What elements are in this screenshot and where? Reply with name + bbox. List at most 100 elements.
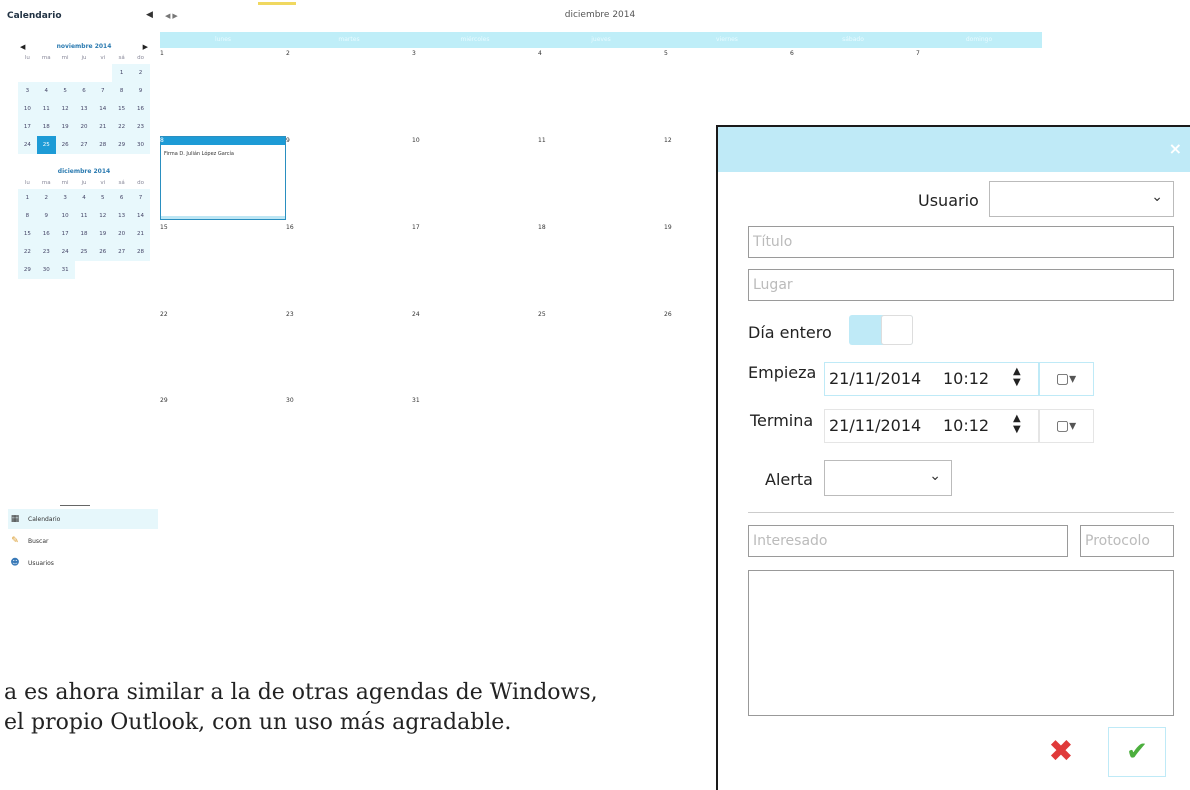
mini-calendar-day[interactable]: 5 xyxy=(55,82,75,100)
mini-calendar-day[interactable]: 1 xyxy=(18,189,37,207)
lugar-input[interactable]: Lugar xyxy=(748,269,1174,301)
prev-month-icon[interactable]: ◀ xyxy=(18,43,27,51)
mini-calendar-day[interactable]: 12 xyxy=(55,100,75,118)
mini-calendar-day[interactable]: 27 xyxy=(74,136,94,154)
mini-calendar-day[interactable]: 29 xyxy=(18,261,37,279)
mini-calendar-day[interactable]: 21 xyxy=(93,118,113,136)
nav-item-calendario[interactable]: ▦ Calendario xyxy=(8,509,158,529)
mini-calendar-day[interactable]: 6 xyxy=(112,189,132,207)
usuario-select[interactable]: ⌄ xyxy=(989,181,1174,217)
date-picker-icon[interactable]: ▢▾ xyxy=(1038,409,1094,443)
mini-calendar-day[interactable]: 31 xyxy=(55,261,75,279)
notes-textarea[interactable] xyxy=(748,570,1174,716)
mini-calendar-day[interactable]: 20 xyxy=(74,118,94,136)
mini-calendar-day[interactable]: 22 xyxy=(18,243,37,261)
mini-calendar-day[interactable]: 11 xyxy=(36,100,56,118)
mini-calendar-day[interactable]: 19 xyxy=(55,118,75,136)
nav-item-buscar[interactable]: ✎ Buscar xyxy=(8,531,158,551)
confirm-button[interactable]: ✔ xyxy=(1108,727,1166,777)
interesado-input[interactable]: Interesado xyxy=(748,525,1068,557)
collapse-sidebar-icon[interactable]: ◀ xyxy=(146,10,153,20)
termina-datetime[interactable]: 21/11/2014 10:12 ▲ ▼ ▢▾ xyxy=(824,409,1094,443)
mini-calendar-day[interactable]: 8 xyxy=(18,207,37,225)
empieza-date[interactable]: 21/11/2014 xyxy=(829,369,921,388)
mini-calendar-day[interactable]: 10 xyxy=(55,207,75,225)
mini-calendar-day[interactable]: 7 xyxy=(93,82,113,100)
mini-calendar-day[interactable]: 28 xyxy=(93,136,113,154)
calendar-day-number[interactable]: 17 xyxy=(412,224,420,231)
mini-calendar-day[interactable]: 24 xyxy=(18,136,37,154)
mini-calendar-day[interactable]: 14 xyxy=(93,100,113,118)
calendar-day-number[interactable]: 25 xyxy=(538,311,546,318)
mini-calendar-day[interactable]: 30 xyxy=(131,136,150,154)
mini-calendar-day[interactable]: 1 xyxy=(112,64,132,82)
mini-calendar-day[interactable]: 3 xyxy=(18,82,37,100)
calendar-day-number[interactable]: 12 xyxy=(664,137,672,144)
calendar-day-number[interactable]: 1 xyxy=(160,50,164,57)
termina-time[interactable]: 10:12 xyxy=(943,416,989,435)
titulo-input[interactable]: Título xyxy=(748,226,1174,258)
mini-calendar-day[interactable]: 15 xyxy=(112,100,132,118)
calendar-day-number[interactable]: 23 xyxy=(286,311,294,318)
calendar-day-number[interactable]: 7 xyxy=(916,50,920,57)
alerta-select[interactable]: ⌄ xyxy=(824,460,952,496)
calendar-day-number[interactable]: 8 xyxy=(160,137,164,144)
mini-calendar-day[interactable]: 2 xyxy=(131,64,150,82)
calendar-day-number[interactable]: 29 xyxy=(160,397,168,404)
calendar-day-number[interactable]: 15 xyxy=(160,224,168,231)
mini-calendar-day[interactable]: 13 xyxy=(74,100,94,118)
mini-calendar-day[interactable]: 14 xyxy=(131,207,150,225)
calendar-day-number[interactable]: 16 xyxy=(286,224,294,231)
calendar-event[interactable]: Firma D. Julián López García xyxy=(160,136,286,220)
mini-calendar-day[interactable]: 9 xyxy=(131,82,150,100)
mini-calendar-day[interactable]: 12 xyxy=(93,207,113,225)
mini-calendar-day[interactable]: 23 xyxy=(131,118,150,136)
mini-calendar-day[interactable]: 16 xyxy=(36,225,56,243)
calendar-day-number[interactable]: 5 xyxy=(664,50,668,57)
close-icon[interactable]: × xyxy=(1169,139,1182,158)
date-picker-icon[interactable]: ▢▾ xyxy=(1038,362,1094,396)
calendar-day-number[interactable]: 11 xyxy=(538,137,546,144)
mini-calendar-day[interactable]: 18 xyxy=(36,118,56,136)
mini-calendar-day[interactable]: 16 xyxy=(131,100,150,118)
next-month-icon[interactable]: ▶ xyxy=(141,43,150,51)
mini-calendar-day[interactable]: 4 xyxy=(36,82,56,100)
mini-calendar-day[interactable]: 8 xyxy=(112,82,132,100)
mini-calendar-day[interactable]: 22 xyxy=(112,118,132,136)
mini-calendar-day[interactable]: 2 xyxy=(36,189,56,207)
calendar-day-number[interactable]: 22 xyxy=(160,311,168,318)
empieza-datetime[interactable]: 21/11/2014 10:12 ▲ ▼ ▢▾ xyxy=(824,362,1094,396)
calendar-day-number[interactable]: 18 xyxy=(538,224,546,231)
mini-calendar-day[interactable]: 28 xyxy=(131,243,150,261)
calendar-day-number[interactable]: 31 xyxy=(412,397,420,404)
mini-calendar-day[interactable]: 5 xyxy=(93,189,113,207)
mini-calendar-day[interactable]: 25 xyxy=(36,136,56,154)
termina-date[interactable]: 21/11/2014 xyxy=(829,416,921,435)
mini-calendar-day[interactable]: 23 xyxy=(36,243,56,261)
calendar-day-number[interactable]: 6 xyxy=(790,50,794,57)
mini-calendar-day[interactable]: 7 xyxy=(131,189,150,207)
mini-calendar-day[interactable]: 13 xyxy=(112,207,132,225)
calendar-day-number[interactable]: 10 xyxy=(412,137,420,144)
calendar-day-number[interactable]: 19 xyxy=(664,224,672,231)
time-spinner-icon[interactable]: ▲ ▼ xyxy=(1013,366,1021,388)
mini-calendar-day[interactable]: 17 xyxy=(55,225,75,243)
mini-calendar-day[interactable]: 19 xyxy=(93,225,113,243)
mini-calendar-day[interactable]: 6 xyxy=(74,82,94,100)
mini-calendar-day[interactable]: 25 xyxy=(74,243,94,261)
mini-calendar-day[interactable]: 29 xyxy=(112,136,132,154)
mini-calendar-day[interactable]: 18 xyxy=(74,225,94,243)
mini-calendar-day[interactable]: 24 xyxy=(55,243,75,261)
mini-calendar-day[interactable]: 10 xyxy=(18,100,37,118)
mini-calendar-day[interactable]: 20 xyxy=(112,225,132,243)
calendar-day-number[interactable]: 4 xyxy=(538,50,542,57)
calendar-day-number[interactable]: 24 xyxy=(412,311,420,318)
mini-calendar-day[interactable]: 26 xyxy=(93,243,113,261)
calendar-day-number[interactable]: 26 xyxy=(664,311,672,318)
calendar-day-number[interactable]: 30 xyxy=(286,397,294,404)
mini-calendar-day[interactable]: 4 xyxy=(74,189,94,207)
nav-item-usuarios[interactable]: ☻ Usuarios xyxy=(8,553,158,573)
calendar-nav-arrows[interactable]: ◀▶ xyxy=(165,12,180,20)
mini-calendar-day[interactable]: 3 xyxy=(55,189,75,207)
calendar-day-number[interactable]: 3 xyxy=(412,50,416,57)
